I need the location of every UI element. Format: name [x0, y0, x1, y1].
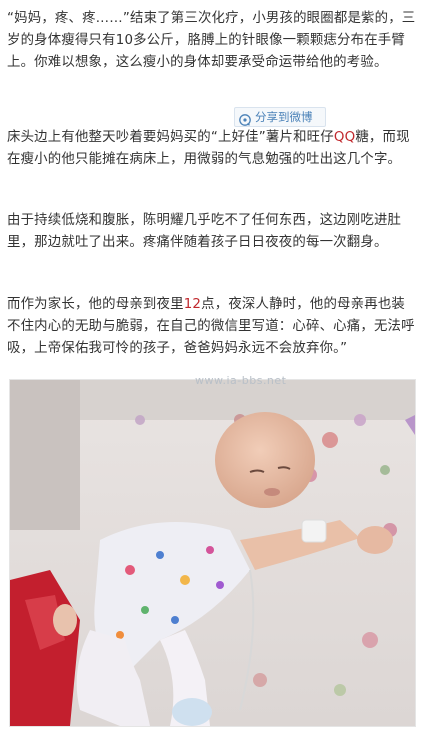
paragraph-3-text: 由于持续低烧和腹胀，陈明耀几乎吃不了任何东西，这边刚吃进肚里，那边就吐了出来。疼… — [7, 213, 402, 250]
paragraph-1: “妈妈，疼、疼……”结束了第三次化疗，小男孩的眼圈都是紫的，三岁的身体瘦得只有1… — [7, 8, 417, 74]
weibo-icon — [239, 111, 251, 126]
watermark: www.ia-bbs.net — [195, 374, 287, 387]
paragraph-2: 床头边上有他整天吵着要妈妈买的“上好佳”薯片和旺仔QQ糖，而现在瘦小的他只能摊在… — [7, 127, 417, 171]
paragraph-2-highlight: QQ — [333, 130, 356, 145]
paragraph-1-text: “妈妈，疼、疼……”结束了第三次化疗，小男孩的眼圈都是紫的，三岁的身体瘦得只有1… — [7, 11, 416, 70]
paragraph-4: 而作为家长，他的母亲到夜里12点，夜深人静时，他的母亲再也装不住内心的无助与脆弱… — [7, 294, 417, 360]
article-photo — [9, 379, 416, 727]
paragraph-4-text-start: 而作为家长，他的母亲到夜里 — [7, 297, 184, 312]
share-label: 分享到微博 — [255, 110, 313, 124]
paragraph-3: 由于持续低烧和腹胀，陈明耀几乎吃不了任何东西，这边刚吃进肚里，那边就吐了出来。疼… — [7, 210, 417, 254]
share-to-weibo-button[interactable]: 分享到微博 — [234, 107, 326, 127]
paragraph-4-highlight: 12 — [183, 297, 202, 312]
paragraph-2-text-start: 床头边上有他整天吵着要妈妈买的“上好佳”薯片和旺仔 — [7, 130, 334, 145]
photo-child-in-bed — [10, 380, 415, 726]
